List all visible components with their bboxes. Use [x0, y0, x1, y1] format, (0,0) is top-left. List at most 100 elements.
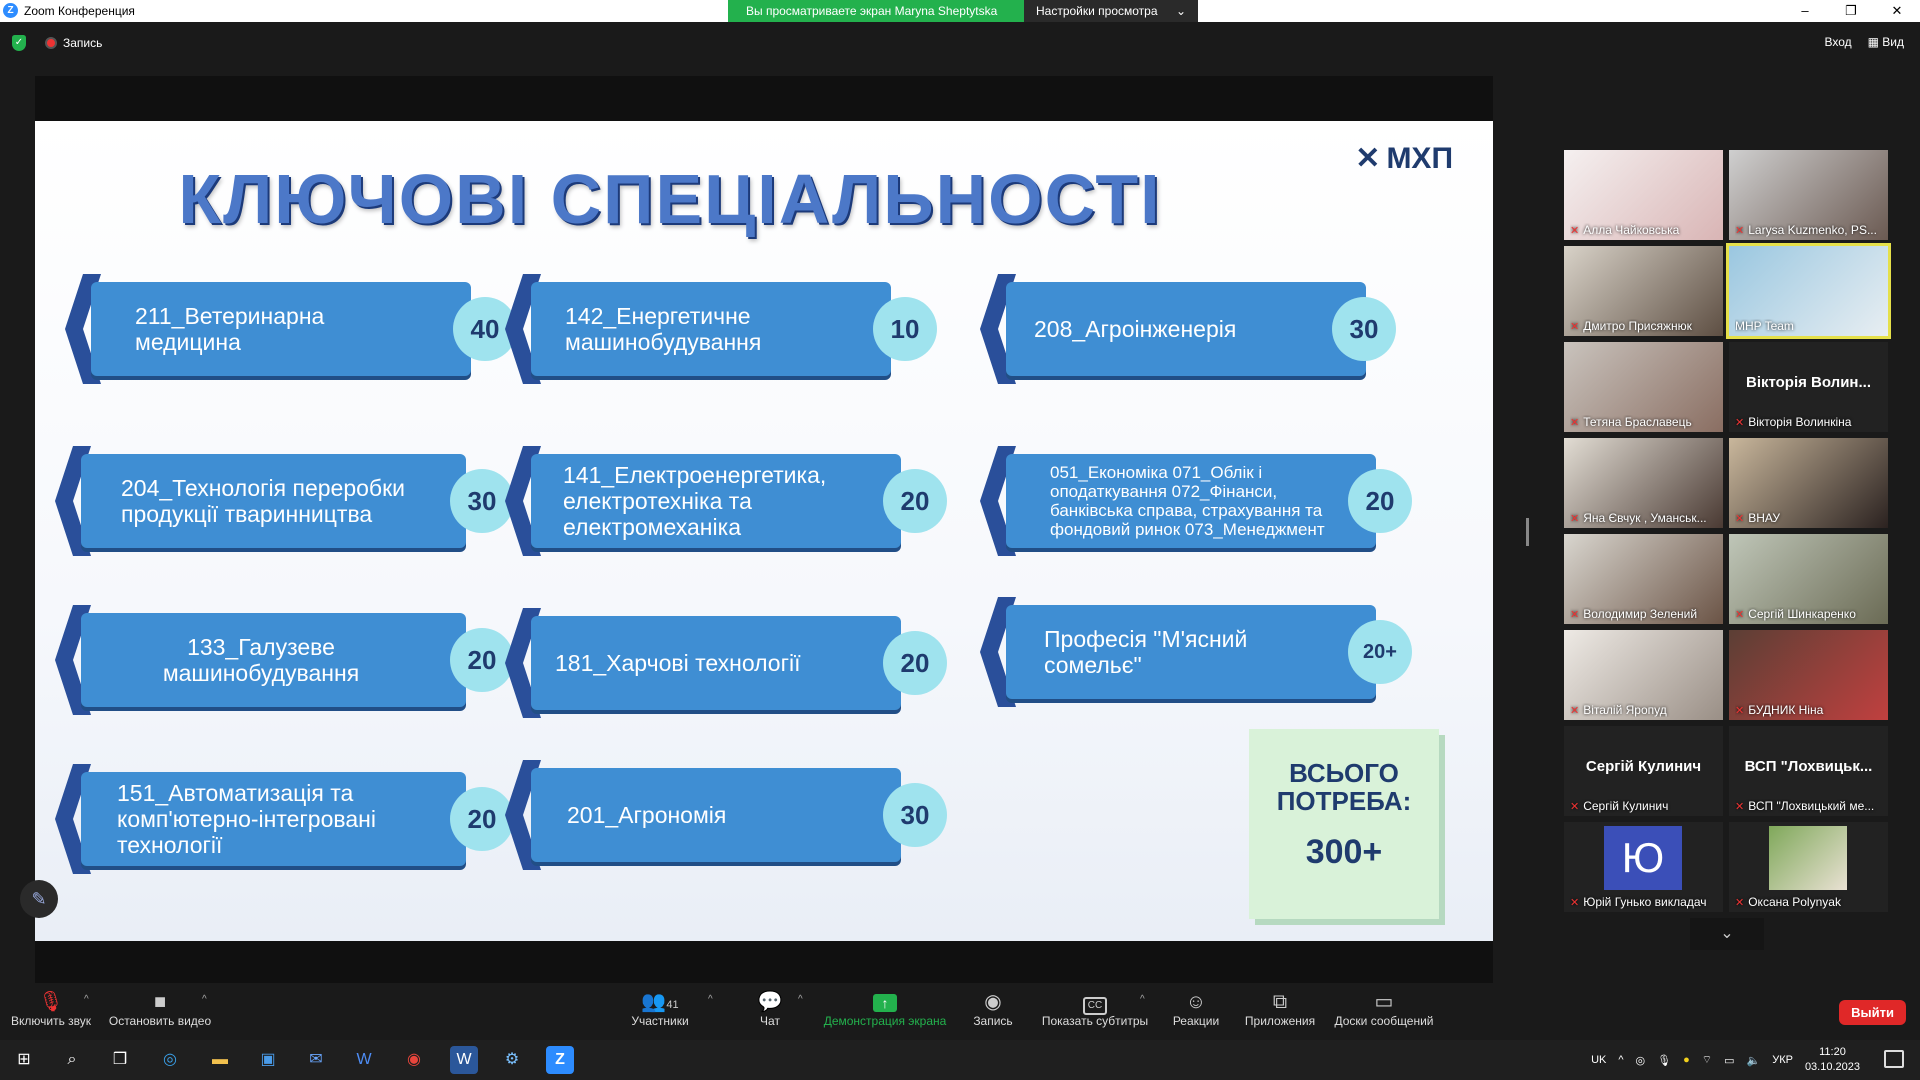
network-icon[interactable]: ▭	[1724, 1054, 1734, 1067]
mic-muted-icon: ✕	[1735, 609, 1745, 621]
mic-muted-icon: ✕	[1570, 705, 1580, 717]
participants-button[interactable]: 👥41 Участники	[628, 990, 692, 1028]
tray-chevron-up-icon[interactable]: ^	[1618, 1054, 1623, 1066]
norton-icon[interactable]: ●	[1683, 1054, 1690, 1066]
participant-tile[interactable]: MHP Team	[1726, 243, 1891, 339]
share-screen-button[interactable]: ↑ Демонстрация экрана	[820, 990, 950, 1028]
recording-indicator[interactable]: Запись	[45, 36, 102, 50]
word-icon[interactable]: W	[450, 1046, 478, 1074]
speaker-icon[interactable]: 🔈	[1747, 1054, 1761, 1067]
search-icon[interactable]: ⌕	[58, 1046, 86, 1074]
participants-label: Участники	[631, 1014, 689, 1028]
login-button[interactable]: Вход	[1824, 35, 1851, 49]
participant-tile[interactable]: Вікторія Волин... ✕ Вікторія Волинкіна	[1729, 342, 1888, 432]
participant-tile[interactable]: ВСП "Лохвицьк... ✕ ВСП "Лохвицький ме...	[1729, 726, 1888, 816]
participant-tile[interactable]: Ю ✕ Юрій Гунько викладач	[1564, 822, 1723, 912]
participant-display-name: Сергій Кулинич	[1585, 758, 1702, 775]
total-demand-value: 300+	[1305, 833, 1383, 871]
annotate-pencil-icon[interactable]: ✎	[20, 880, 58, 918]
wifi-icon[interactable]: ⌔	[1702, 1053, 1712, 1067]
chat-caret-icon[interactable]: ^	[798, 994, 803, 1005]
mhp-logo: ✕ МХП	[1355, 141, 1453, 176]
file-explorer-icon[interactable]: ▬	[206, 1046, 234, 1074]
view-button[interactable]: ▦ Вид	[1868, 35, 1904, 49]
participant-name: ✕ Сергій Кулинич	[1570, 799, 1669, 813]
specialty-item: 051_Економіка 071_Облік і оподаткування …	[980, 446, 1450, 556]
chat-button[interactable]: 💬 Чат	[748, 990, 792, 1028]
mic-muted-icon: ✕	[1570, 897, 1580, 909]
participant-tile[interactable]: ✕ ВНАУ	[1729, 438, 1888, 528]
view-button-label: Вид	[1882, 35, 1904, 49]
participant-tile[interactable]: ✕ Oксана Polynyak	[1729, 822, 1888, 912]
participant-tile[interactable]: ✕ Тетяна Браславець	[1564, 342, 1723, 432]
keyboard-layout[interactable]: УКР	[1772, 1054, 1793, 1066]
mic-muted-icon: ✕	[1570, 417, 1580, 429]
record-dot-icon	[45, 37, 57, 49]
smiley-plus-icon: ☺	[1185, 991, 1207, 1013]
stop-video-button[interactable]: ■ Остановить видео	[108, 990, 212, 1028]
gallery-resize-handle[interactable]	[1526, 518, 1529, 546]
participant-display-name: Вікторія Волин...	[1745, 374, 1871, 391]
window-controls: – ❐ ✕	[1782, 0, 1920, 22]
camera-icon[interactable]: ◎	[1636, 1054, 1646, 1067]
participant-tile[interactable]: Сергій Кулинич ✕ Сергій Кулинич	[1564, 726, 1723, 816]
audio-options-caret-icon[interactable]: ^	[84, 994, 89, 1005]
video-options-caret-icon[interactable]: ^	[202, 994, 207, 1005]
specialty-label: 133_Галузеве машинобудування	[162, 634, 360, 686]
participant-tile[interactable]: ✕ Яна Євчук , Уманськ...	[1564, 438, 1723, 528]
view-options-label: Настройки просмотра	[1036, 4, 1158, 18]
specialty-label: 208_Агроінженерія	[1034, 316, 1237, 342]
participants-caret-icon[interactable]: ^	[708, 994, 713, 1005]
whiteboards-button[interactable]: ▭ Доски сообщений	[1330, 990, 1438, 1028]
store-icon[interactable]: ▣	[254, 1046, 282, 1074]
participant-name: ✕ Віталій Яропуд	[1570, 703, 1667, 717]
specialty-count: 10	[873, 297, 937, 361]
webex-icon[interactable]: W	[350, 1046, 378, 1074]
notification-center-icon[interactable]	[1884, 1050, 1904, 1068]
maximize-button[interactable]: ❐	[1828, 0, 1874, 22]
participant-name: MHP Team	[1735, 319, 1794, 333]
reactions-button[interactable]: ☺ Реакции	[1168, 990, 1224, 1028]
captions-label: Показать субтитры	[1041, 1014, 1149, 1028]
specialty-count: 20	[883, 631, 947, 695]
participant-name: ✕ Сергій Шинкаренко	[1735, 607, 1856, 621]
windows-start-icon[interactable]: ⊞	[10, 1046, 38, 1074]
view-options-button[interactable]: Настройки просмотра ⌄	[1024, 0, 1198, 22]
participant-tile[interactable]: ✕ БУДНИК Ніна	[1729, 630, 1888, 720]
captions-button[interactable]: CC Показать субтитры	[1040, 990, 1150, 1028]
apps-grid-icon: ⧉	[1272, 991, 1288, 1013]
captions-caret-icon[interactable]: ^	[1140, 994, 1145, 1005]
participant-photo	[1769, 826, 1847, 890]
participant-name: ✕ Юрій Гунько викладач	[1570, 895, 1707, 909]
gallery-next-page-button[interactable]: ⌄	[1690, 918, 1764, 950]
participant-tile[interactable]: ✕ Сергій Шинкаренко	[1729, 534, 1888, 624]
task-view-icon[interactable]: ❒	[106, 1046, 134, 1074]
leave-button[interactable]: Выйти	[1839, 1000, 1906, 1025]
unmute-button[interactable]: 🎙 Включить звук	[8, 990, 94, 1028]
specialty-label: 141_Електроенергетика, електротехніка та…	[563, 462, 827, 540]
mail-icon[interactable]: ✉	[302, 1046, 330, 1074]
microphone-icon[interactable]: 🎙	[1657, 1054, 1671, 1067]
specialty-item: 204_Технологія переробки продукції твари…	[55, 446, 525, 556]
record-button[interactable]: ◉ Запись	[968, 990, 1018, 1028]
mic-muted-icon: ✕	[1570, 513, 1580, 525]
recording-label: Запись	[63, 36, 103, 50]
specialty-item: 201_Агрономія 30	[505, 760, 975, 870]
minimize-button[interactable]: –	[1782, 0, 1828, 22]
participant-tile[interactable]: ✕ Алла Чайковська	[1564, 150, 1723, 240]
participant-tile[interactable]: ✕ Володимир Зелений	[1564, 534, 1723, 624]
participant-tile[interactable]: ✕ Дмитро Присяжнюк	[1564, 246, 1723, 336]
apps-button[interactable]: ⧉ Приложения	[1240, 990, 1320, 1028]
participant-tile[interactable]: ✕ Larysa Kuzmenko, PS...	[1729, 150, 1888, 240]
close-button[interactable]: ✕	[1874, 0, 1920, 22]
clock[interactable]: 11:20 03.10.2023	[1805, 1045, 1860, 1075]
network-app-icon[interactable]: ⚙	[498, 1046, 526, 1074]
security-shield-icon[interactable]: ✓	[12, 35, 26, 51]
input-language[interactable]: UK	[1591, 1054, 1606, 1066]
participants-icon: 👥41	[641, 991, 679, 1013]
zoom-app-icon[interactable]: Z	[546, 1046, 574, 1074]
participant-tile[interactable]: ✕ Віталій Яропуд	[1564, 630, 1723, 720]
chrome-icon[interactable]: ◉	[400, 1046, 428, 1074]
chevron-down-icon: ⌄	[1175, 4, 1186, 18]
edge-browser-icon[interactable]: ◎	[156, 1046, 184, 1074]
